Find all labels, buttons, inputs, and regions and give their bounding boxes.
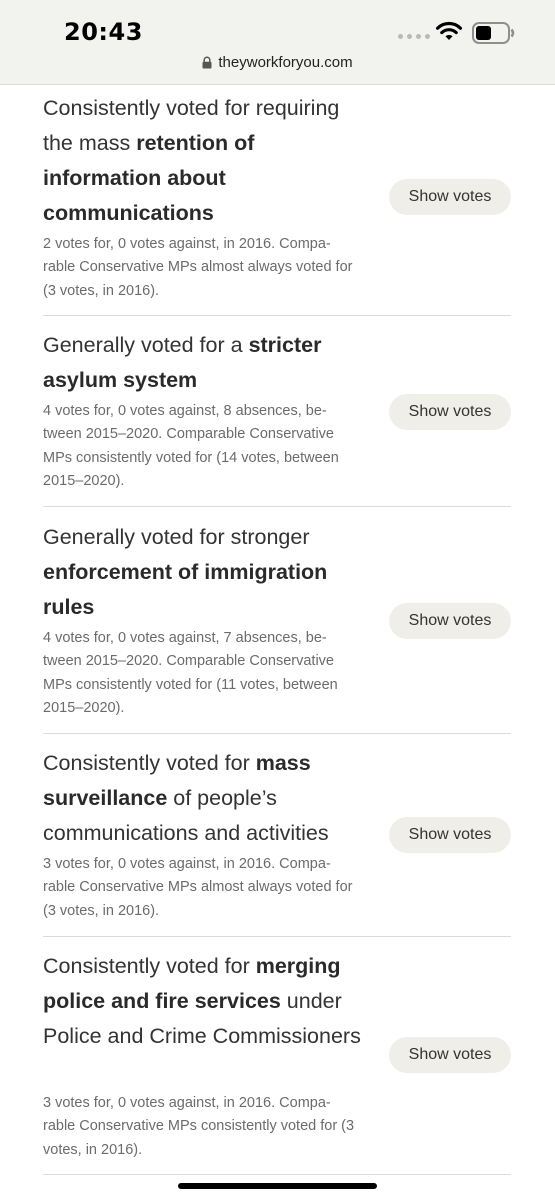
vote-headline: Consistently voted for requiring the mas… <box>43 96 340 225</box>
vote-headline: Generally voted for a stricter asylum sy… <box>43 333 322 392</box>
vote-item: Generally voted for stronger enforcement… <box>43 507 511 734</box>
show-votes-button[interactable]: Show votes <box>389 394 511 430</box>
vote-policy-topic: enforcement of immigration rules <box>43 560 328 619</box>
wifi-icon <box>436 21 462 40</box>
vote-detail: 3 votes for, 0 votes against, in 2016. C… <box>43 1095 355 1158</box>
vote-item: Consistently voted for merging police an… <box>43 937 511 1175</box>
vote-item: Consistently voted for mass surveillance… <box>43 734 511 937</box>
vote-headline: Consistently voted for merging police an… <box>43 954 361 1048</box>
show-votes-button[interactable]: Show votes <box>389 179 511 215</box>
show-votes-button[interactable]: Show votes <box>389 603 511 639</box>
home-indicator[interactable] <box>178 1183 377 1189</box>
battery-icon <box>472 22 515 44</box>
vote-detail: 3 votes for, 0 votes against, in 2016. C… <box>43 856 353 919</box>
show-votes-button[interactable]: Show votes <box>389 817 511 853</box>
url-text: theyworkforyou.com <box>218 54 353 71</box>
signal-dots-icon <box>398 34 430 39</box>
lock-icon <box>202 56 212 69</box>
vote-headline: Consistently voted for mass surveillance… <box>43 751 329 845</box>
vote-item: Consistently voted for requiring the mas… <box>43 84 511 316</box>
clock-time: 20:43 <box>64 18 143 46</box>
vote-headline: Generally voted for stronger enforcement… <box>43 525 328 619</box>
vote-detail: 4 votes for, 0 votes against, 7 absences… <box>43 630 338 717</box>
show-votes-button[interactable]: Show votes <box>389 1037 511 1073</box>
address-bar[interactable]: theyworkforyou.com <box>0 54 555 71</box>
vote-item: Generally voted for a stricter asylum sy… <box>43 316 511 507</box>
status-bar: 20:43 theyworkforyou.com <box>0 0 555 85</box>
vote-detail: 4 votes for, 0 votes against, 8 absences… <box>43 403 339 490</box>
vote-detail: 2 votes for, 0 votes against, in 2016. C… <box>43 236 353 299</box>
